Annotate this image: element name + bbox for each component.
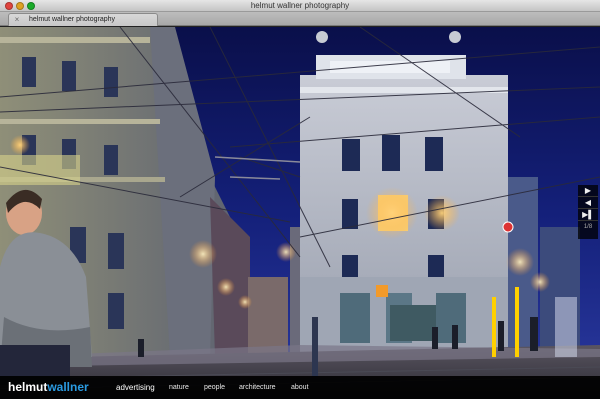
photo-stage: ▶ ◀ ▶▌ 1/8 helmutwallner advertising nat… — [0, 27, 600, 399]
slideshow-controls: ▶ ◀ ▶▌ 1/8 — [578, 185, 598, 239]
play-pause-icon[interactable]: ▶▌ — [578, 209, 598, 221]
street-photo — [0, 27, 600, 399]
title-bar: helmut wallner photography — [0, 0, 600, 12]
browser-window: helmut wallner photography × helmut wall… — [0, 0, 600, 399]
next-arrow-icon[interactable]: ▶ — [578, 185, 598, 197]
nav-about[interactable]: about — [291, 382, 309, 394]
site-navigation-bar: helmutwallner advertising nature people … — [0, 376, 600, 399]
logo-last-name: wallner — [47, 380, 89, 394]
nav-nature[interactable]: nature — [169, 382, 189, 394]
slide-counter: 1/8 — [583, 224, 593, 230]
nav-advertising[interactable]: advertising — [116, 382, 155, 394]
tab-bar: × helmut wallner photography — [0, 12, 600, 26]
site-logo[interactable]: helmutwallner — [8, 380, 89, 394]
logo-first-name: helmut — [8, 380, 48, 394]
previous-arrow-icon[interactable]: ◀ — [578, 197, 598, 209]
tab-helmut-wallner[interactable]: × helmut wallner photography — [8, 13, 158, 26]
nav-architecture[interactable]: architecture — [239, 382, 276, 394]
window-title: helmut wallner photography — [250, 1, 350, 10]
tab-label: helmut wallner photography — [29, 16, 115, 23]
tab-close-icon[interactable]: × — [13, 16, 21, 24]
nav-people[interactable]: people — [204, 382, 225, 394]
